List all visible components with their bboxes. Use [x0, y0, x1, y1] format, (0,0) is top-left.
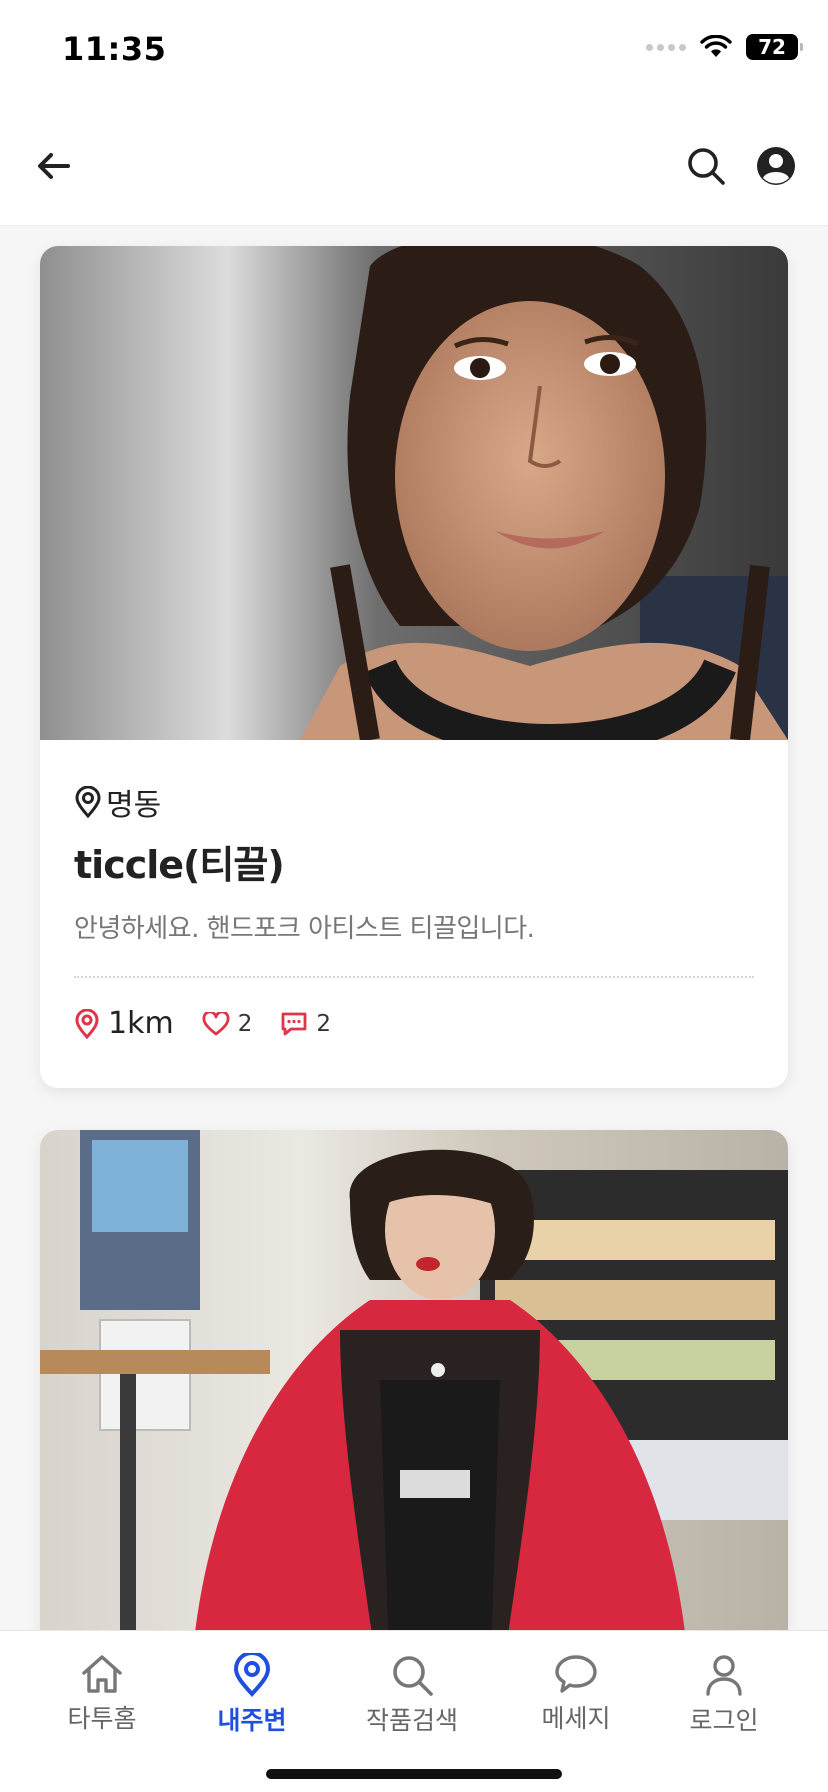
tab-tattoo-home[interactable]: 타투홈 [32, 1653, 172, 1735]
status-bar: 11:35 72 [0, 0, 828, 100]
comment-icon [281, 1012, 307, 1035]
distance-value: 1km [108, 1006, 174, 1041]
tab-messages[interactable]: 메세지 [506, 1653, 646, 1735]
search-button[interactable] [684, 144, 728, 188]
portrait-photo-image [40, 1130, 788, 1630]
status-indicators: 72 [646, 34, 803, 60]
likes-stat[interactable]: 2 [202, 1010, 253, 1037]
heart-icon [202, 1011, 230, 1035]
artist-card[interactable]: 명동 ticcle(티끌) 안녕하세요. 핸드포크 아티스트 티끌입니다. 1k… [40, 246, 788, 1088]
comments-stat[interactable]: 2 [280, 1011, 331, 1037]
chat-bubble-icon [555, 1655, 597, 1693]
tab-nearby[interactable]: 내주변 [182, 1653, 322, 1737]
tab-artwork-search[interactable]: 작품검색 [342, 1653, 482, 1737]
divider [74, 976, 754, 978]
card-stats: 1km 2 2 [74, 1006, 359, 1041]
bottom-tab-bar: 타투홈 내주변 작품검색 메세지 로그인 [0, 1630, 828, 1792]
profile-button[interactable] [754, 144, 798, 188]
likes-count: 2 [237, 1010, 253, 1037]
location-pin-icon [75, 1008, 99, 1039]
location-pin-icon [233, 1653, 271, 1697]
tab-label: 메세지 [541, 1704, 611, 1733]
search-icon [688, 148, 725, 185]
wifi-icon [700, 35, 732, 57]
top-nav-bar [0, 100, 828, 226]
tab-label: 타투홈 [67, 1704, 137, 1733]
search-icon [393, 1656, 433, 1696]
artist-name[interactable]: ticcle(티끌) [74, 834, 285, 889]
person-icon [706, 1655, 742, 1696]
artist-card[interactable] [40, 1130, 788, 1630]
artist-intro: 안녕하세요. 핸드포크 아티스트 티끌입니다. [74, 914, 535, 944]
home-icon [82, 1655, 122, 1693]
card-location: 명동 [74, 780, 161, 824]
user-circle-icon [757, 147, 795, 185]
tab-login[interactable]: 로그인 [654, 1653, 794, 1737]
status-time: 11:35 [62, 30, 167, 68]
tab-label: 내주변 [217, 1706, 287, 1735]
artist-photo[interactable] [40, 1130, 788, 1630]
artist-feed[interactable]: 명동 ticcle(티끌) 안녕하세요. 핸드포크 아티스트 티끌입니다. 1k… [0, 226, 828, 1630]
location-label: 명동 [106, 788, 162, 823]
artist-photo[interactable] [40, 246, 788, 740]
portrait-photo-image [40, 246, 788, 740]
arrow-left-icon [38, 153, 70, 179]
comments-count: 2 [316, 1010, 331, 1037]
back-button[interactable] [32, 144, 76, 188]
location-pin-outline-icon [75, 786, 101, 818]
distance-stat: 1km [74, 1006, 174, 1041]
home-indicator[interactable] [266, 1769, 562, 1779]
tab-label: 로그인 [689, 1706, 759, 1735]
tab-label: 작품검색 [365, 1706, 458, 1735]
cellular-signal-icon [646, 43, 686, 51]
battery-indicator: 72 [746, 34, 803, 60]
